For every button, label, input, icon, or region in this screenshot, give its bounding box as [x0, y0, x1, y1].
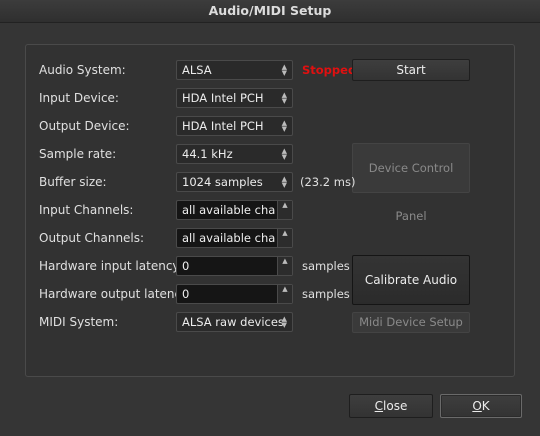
window-title: Audio/MIDI Setup [0, 0, 540, 23]
status-label: Stopped [302, 63, 357, 77]
stepper-icon[interactable]: ▲ [277, 201, 292, 219]
stepper-icon[interactable]: ▲ [277, 229, 292, 247]
hw-input-latency-value: 0 [182, 259, 190, 273]
midi-system-label: MIDI System: [39, 315, 119, 329]
output-device-value: HDA Intel PCH [182, 119, 264, 133]
output-device-label: Output Device: [39, 119, 130, 133]
start-button[interactable]: Start [352, 59, 470, 81]
ok-mnemonic: O [472, 399, 482, 413]
output-channels-label: Output Channels: [39, 231, 145, 245]
output-channels-spinbox[interactable]: all available channels ▲ [176, 228, 293, 248]
hw-input-latency-label: Hardware input latency: [39, 259, 183, 273]
sample-rate-label: Sample rate: [39, 147, 117, 161]
buffer-ms-label: (23.2 ms) [300, 175, 356, 189]
chevron-updown-icon: ▲ ▼ [281, 119, 287, 133]
input-device-label: Input Device: [39, 91, 119, 105]
input-device-select[interactable]: HDA Intel PCH ▲ ▼ [176, 88, 293, 108]
close-label-rest: lose [383, 399, 408, 413]
buffer-size-value: 1024 samples [182, 175, 263, 189]
input-channels-value: all available channels [182, 203, 276, 217]
buffer-size-select[interactable]: 1024 samples ▲ ▼ [176, 172, 293, 192]
hw-output-latency-spinbox[interactable]: 0 ▲ [176, 284, 293, 304]
midi-device-setup-button[interactable]: Midi Device Setup [352, 312, 470, 333]
audio-system-label: Audio System: [39, 63, 126, 77]
midi-system-value: ALSA raw devices [182, 315, 284, 329]
audio-system-select[interactable]: ALSA ▲ ▼ [176, 60, 293, 80]
stepper-icon[interactable]: ▲ [277, 285, 292, 303]
calibrate-audio-button[interactable]: Calibrate Audio [352, 255, 470, 305]
hw-output-latency-label: Hardware output latency: [39, 287, 192, 301]
ok-label-rest: K [481, 399, 490, 413]
buffer-size-label: Buffer size: [39, 175, 107, 189]
close-button[interactable]: Close [349, 394, 433, 418]
ok-button[interactable]: OK [440, 394, 522, 418]
chevron-updown-icon: ▲ ▼ [281, 147, 287, 161]
hw-input-latency-spinbox[interactable]: 0 ▲ [176, 256, 293, 276]
output-device-select[interactable]: HDA Intel PCH ▲ ▼ [176, 116, 293, 136]
hw-output-latency-value: 0 [182, 287, 190, 301]
device-control-panel-button[interactable]: Device Control Panel [352, 143, 470, 223]
sample-rate-select[interactable]: 44.1 kHz ▲ ▼ [176, 144, 293, 164]
chevron-updown-icon: ▲ ▼ [281, 315, 287, 329]
chevron-updown-icon: ▲ ▼ [281, 63, 287, 77]
chevron-updown-icon: ▲ ▼ [281, 91, 287, 105]
audio-system-value: ALSA [182, 63, 212, 77]
input-channels-spinbox[interactable]: all available channels ▲ [176, 200, 293, 220]
close-mnemonic: C [374, 399, 384, 413]
input-device-value: HDA Intel PCH [182, 91, 264, 105]
sample-rate-value: 44.1 kHz [182, 147, 233, 161]
hw-output-latency-unit: samples [302, 287, 350, 301]
output-channels-value: all available channels [182, 231, 276, 245]
hw-input-latency-unit: samples [302, 259, 350, 273]
midi-system-select[interactable]: ALSA raw devices ▲ ▼ [176, 312, 293, 332]
stepper-icon[interactable]: ▲ [277, 257, 292, 275]
input-channels-label: Input Channels: [39, 203, 134, 217]
chevron-updown-icon: ▲ ▼ [281, 175, 287, 189]
